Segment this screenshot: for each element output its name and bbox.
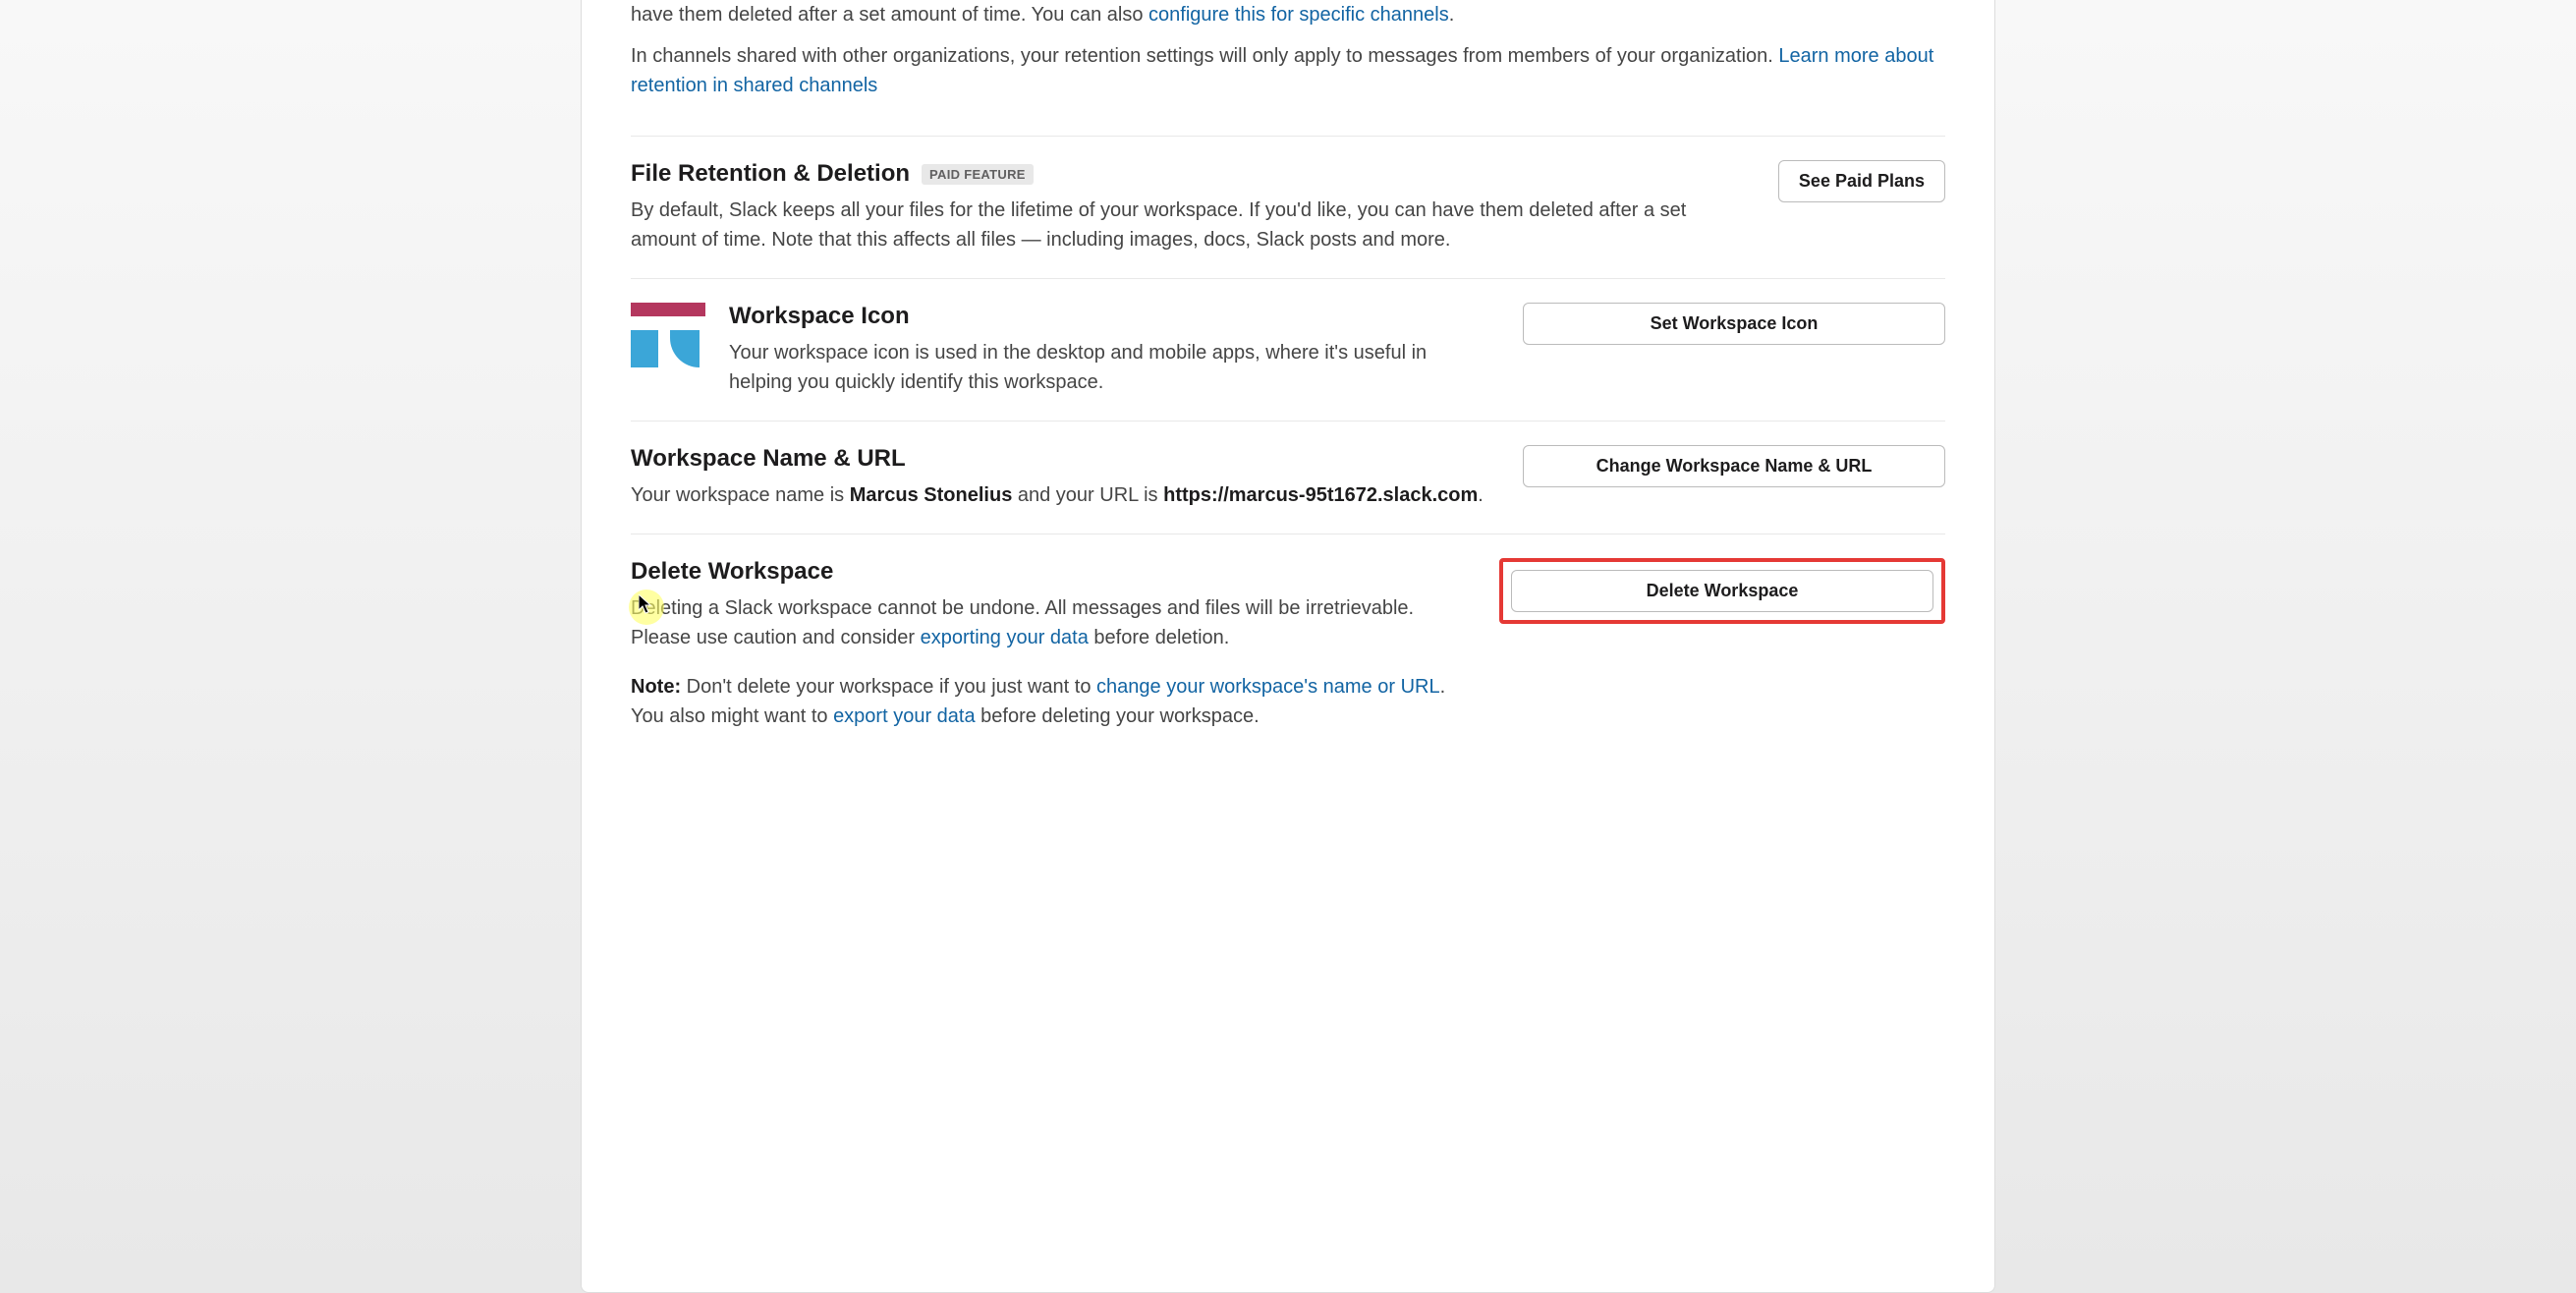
change-name-url-link[interactable]: change your workspace's name or URL [1096,676,1440,698]
file-retention-section: File Retention & Deletion PAID FEATURE B… [631,137,1945,279]
workspace-name-url-section: Workspace Name & URL Your workspace name… [631,422,1945,534]
text: Your workspace name is [631,484,850,506]
title-text: Workspace Name & URL [631,445,906,473]
text: Don't delete your workspace if you just … [681,676,1096,698]
workspace-name-value: Marcus Stonelius [850,484,1013,506]
export-data-link[interactable]: export your data [833,705,976,727]
workspace-icon-section: Workspace Icon Your workspace icon is us… [631,279,1945,422]
delete-workspace-button[interactable]: Delete Workspace [1511,570,1933,612]
workspace-url-value: https://marcus-95t1672.slack.com [1163,484,1478,506]
text: before deleting your workspace. [976,705,1260,727]
text: have them deleted after a set amount of … [631,4,1148,26]
workspace-icon-desc: Your workspace icon is used in the deskt… [729,338,1484,397]
text: before deletion. [1089,627,1229,648]
retention-desc-2: In channels shared with other organizati… [631,41,1945,112]
message-retention-section-partial: have them deleted after a set amount of … [631,0,1945,137]
delete-workspace-note: Note: Don't delete your workspace if you… [631,672,1460,731]
workspace-name-desc: Your workspace name is Marcus Stonelius … [631,480,1484,510]
title-text: Delete Workspace [631,558,833,586]
see-paid-plans-button[interactable]: See Paid Plans [1778,160,1945,202]
exporting-data-link[interactable]: exporting your data [921,627,1089,648]
text: . [1478,484,1484,506]
title-text: Workspace Icon [729,303,910,330]
workspace-icon-title: Workspace Icon [729,303,1484,330]
change-workspace-name-url-button[interactable]: Change Workspace Name & URL [1523,445,1945,487]
paid-feature-badge: PAID FEATURE [922,164,1034,185]
file-retention-title: File Retention & Deletion PAID FEATURE [631,160,1739,188]
set-workspace-icon-button[interactable]: Set Workspace Icon [1523,303,1945,345]
delete-button-highlight: Delete Workspace [1499,558,1945,624]
delete-workspace-section: Delete Workspace Deleting a Slack worksp… [631,534,1945,755]
file-retention-desc: By default, Slack keeps all your files f… [631,196,1739,254]
retention-desc-1: have them deleted after a set amount of … [631,0,1945,41]
delete-workspace-title: Delete Workspace [631,558,1460,586]
text: . [1449,4,1455,26]
text: and your URL is [1012,484,1163,506]
delete-workspace-desc: Deleting a Slack workspace cannot be und… [631,593,1460,652]
configure-channels-link[interactable]: configure this for specific channels [1148,4,1449,26]
settings-panel: have them deleted after a set amount of … [581,0,1995,1293]
title-text: File Retention & Deletion [631,160,910,188]
workspace-icon-preview [631,303,705,377]
note-label: Note: [631,676,681,698]
workspace-name-title: Workspace Name & URL [631,445,1484,473]
text: In channels shared with other organizati… [631,45,1778,67]
